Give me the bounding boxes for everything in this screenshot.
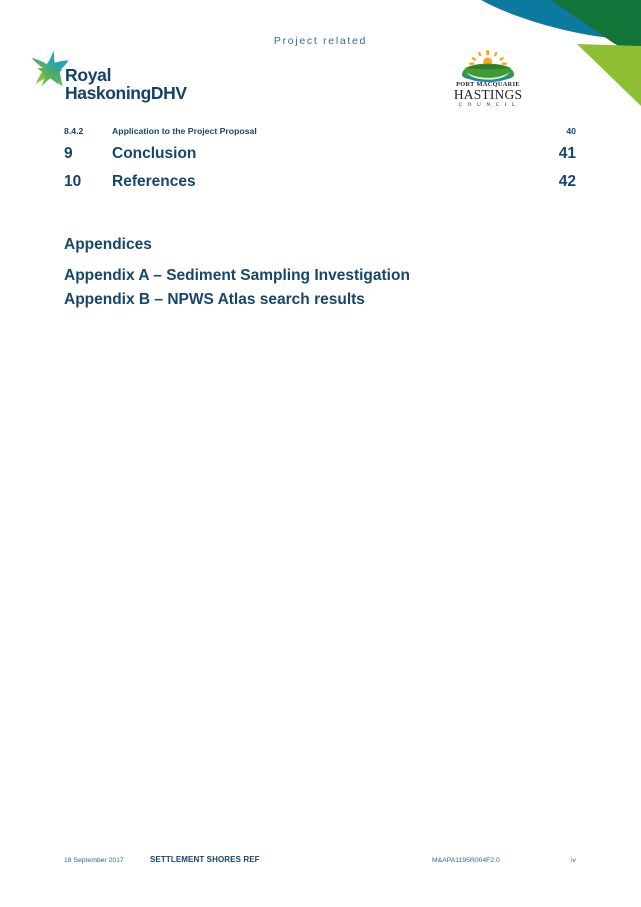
rhdhv-star-icon [31,50,69,87]
appendix-item[interactable]: Appendix A – Sediment Sampling Investiga… [64,267,576,285]
council-wordmark-line2: HASTINGS [453,87,523,103]
toc-entry-title: Conclusion [112,145,197,162]
royal-haskoningdhv-logo: Royal HaskoningDHV [29,49,189,107]
toc-entry-number: 9 [64,145,73,162]
toc-entry-page: 41 [558,145,576,162]
toc-entry[interactable]: 8.4.2 Application to the Project Proposa… [64,126,576,145]
document-page: Project related Royal HaskoningDHV PORT … [0,0,641,907]
toc-entry-page: 40 [566,126,576,136]
table-of-contents: 8.4.2 Application to the Project Proposa… [64,126,576,201]
rhdhv-wordmark-line2: HaskoningDHV [65,82,187,103]
council-wordmark: PORT MACQUARIE HASTINGS C O U N C I L [452,81,524,108]
footer-date: 18 September 2017 [64,857,124,864]
appendix-item[interactable]: Appendix B – NPWS Atlas search results [64,291,576,309]
footer-page-number: iv [571,857,576,864]
appendices-heading: Appendices [64,236,152,253]
toc-entry-title: Application to the Project Proposal [112,126,257,136]
toc-entry[interactable]: 9 Conclusion 41 [64,145,576,173]
page-footer: 18 September 2017 SETTLEMENT SHORES REF … [64,855,576,864]
toc-entry-title: References [112,173,196,190]
council-sun-hills-icon [461,50,515,82]
running-header: Project related [273,35,368,47]
footer-title: SETTLEMENT SHORES REF [150,855,260,864]
footer-reference: M&APA1195R004F2.0 [432,857,500,864]
toc-entry-number: 10 [64,173,82,190]
appendices-section: Appendices Appendix A – Sediment Samplin… [64,236,576,315]
port-macquarie-hastings-council-logo: PORT MACQUARIE HASTINGS C O U N C I L [452,50,524,108]
rhdhv-wordmark: Royal HaskoningDHV [65,66,187,103]
council-wordmark-line3: C O U N C I L [458,101,518,108]
toc-entry[interactable]: 10 References 42 [64,173,576,201]
toc-entry-number: 8.4.2 [64,126,84,136]
toc-entry-page: 42 [558,173,576,190]
